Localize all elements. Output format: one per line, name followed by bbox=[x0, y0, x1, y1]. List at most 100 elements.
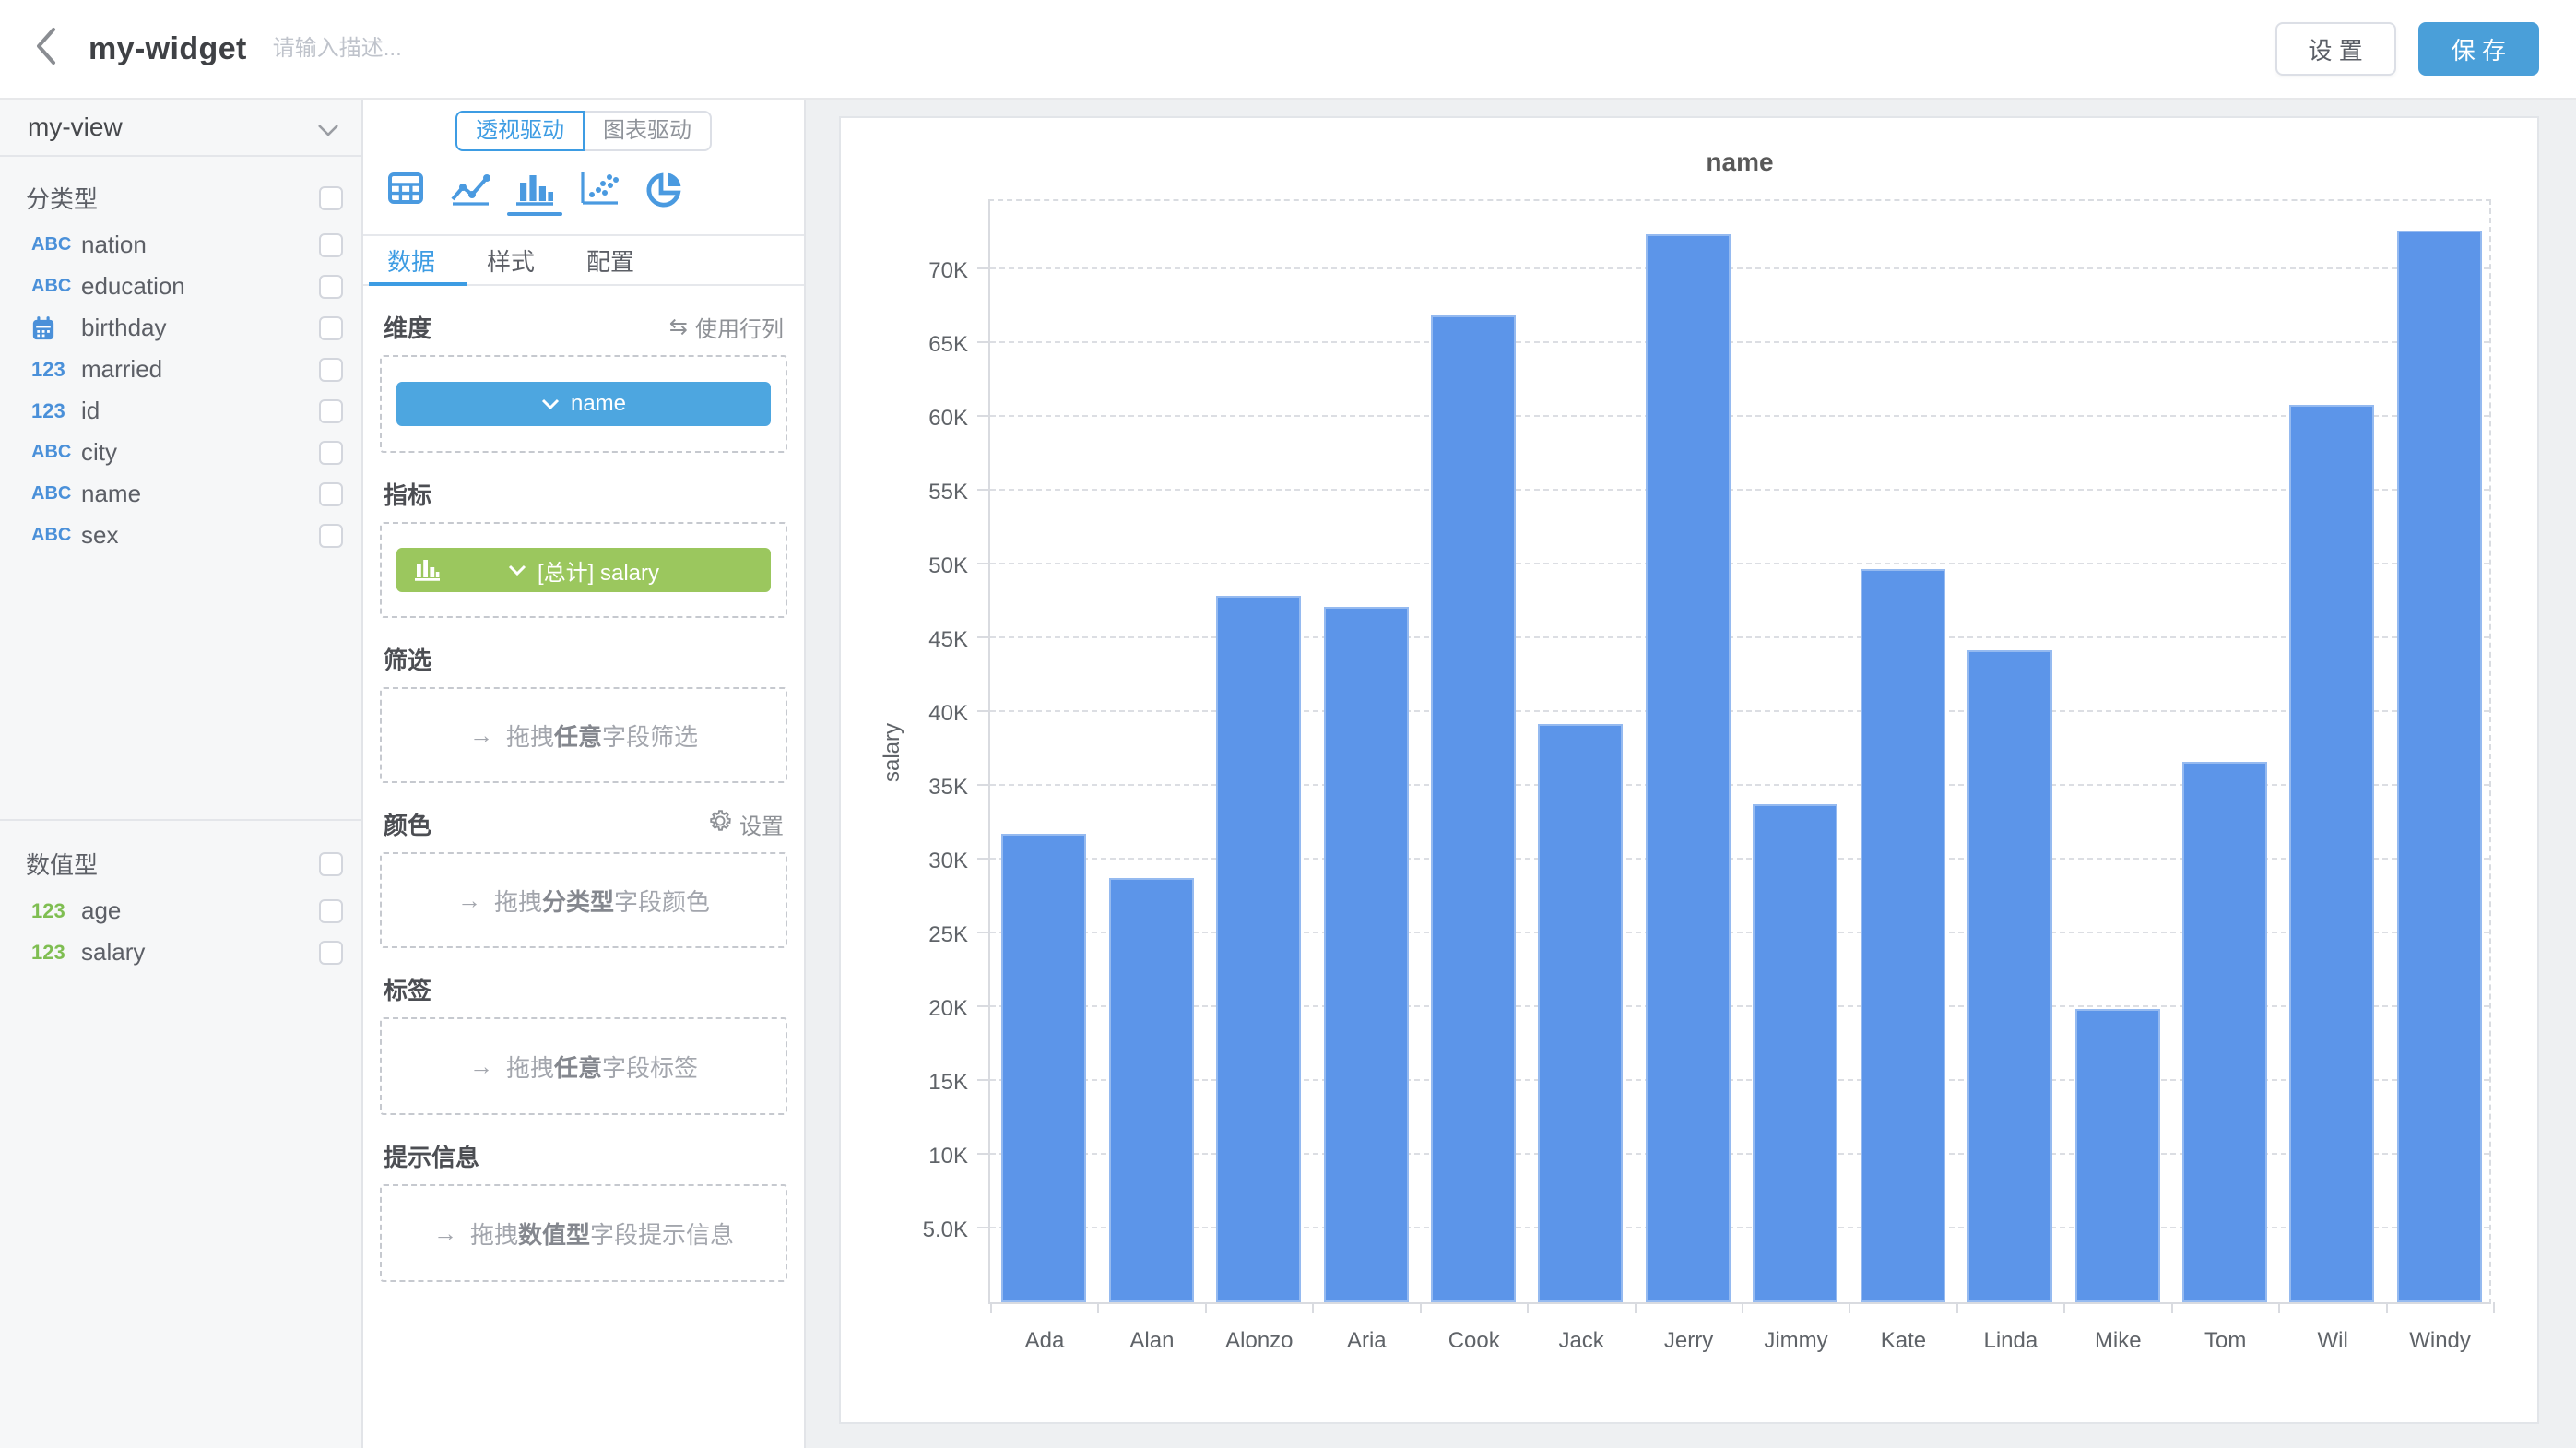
metric-chip[interactable]: [总计] salary bbox=[396, 548, 771, 592]
field-section-title: 数值型 bbox=[26, 847, 98, 881]
tab-config[interactable]: 配置 bbox=[573, 243, 647, 278]
number-type-icon: 123 bbox=[31, 899, 81, 923]
field-item-married[interactable]: 123married bbox=[0, 349, 361, 390]
bar-chart-icon bbox=[413, 557, 441, 589]
y-tick-label: 35K bbox=[872, 775, 968, 801]
x-tick-label: Mike bbox=[2063, 1328, 2172, 1354]
y-tick-label: 10K bbox=[872, 1144, 968, 1169]
chart-bar[interactable] bbox=[2289, 405, 2374, 1302]
y-tick-mark bbox=[977, 1227, 990, 1228]
chart-bar[interactable] bbox=[2075, 1009, 2160, 1302]
use-rows-cols-link[interactable]: ⇆ 使用行列 bbox=[669, 311, 784, 343]
field-checkbox[interactable] bbox=[319, 482, 343, 506]
y-tick-mark bbox=[977, 636, 990, 638]
field-checkbox[interactable] bbox=[319, 233, 343, 257]
chart-title: name bbox=[988, 148, 2491, 177]
tooltip-drop-zone[interactable]: →拖拽数值型字段提示信息 bbox=[380, 1184, 787, 1282]
field-item-age[interactable]: 123age bbox=[0, 890, 361, 932]
pie-chart-icon[interactable] bbox=[642, 170, 686, 210]
metric-drop-zone[interactable]: [总计] salary bbox=[380, 522, 787, 618]
field-name: nation bbox=[81, 231, 319, 259]
x-tick-label: Windy bbox=[2386, 1328, 2495, 1354]
chart-bar[interactable] bbox=[1646, 234, 1731, 1302]
chart-bar[interactable] bbox=[1216, 596, 1301, 1302]
field-checkbox[interactable] bbox=[319, 941, 343, 965]
gridline bbox=[990, 636, 2489, 638]
field-checkbox[interactable] bbox=[319, 316, 343, 340]
color-settings-link[interactable]: 设置 bbox=[708, 808, 784, 840]
chart-bar[interactable] bbox=[1109, 878, 1194, 1302]
mode-tab-pivot[interactable]: 透视驱动 bbox=[455, 111, 585, 151]
description-input[interactable] bbox=[273, 36, 679, 62]
chart-bar[interactable] bbox=[1861, 569, 1945, 1302]
y-tick-label: 5.0K bbox=[872, 1217, 968, 1243]
field-checkbox[interactable] bbox=[319, 524, 343, 548]
dimension-chip[interactable]: name bbox=[396, 382, 771, 426]
color-drop-zone[interactable]: →拖拽分类型字段颜色 bbox=[380, 852, 787, 948]
dimension-drop-zone[interactable]: name bbox=[380, 355, 787, 453]
field-checkbox[interactable] bbox=[319, 358, 343, 382]
section-checkbox[interactable] bbox=[319, 186, 343, 210]
field-checkbox[interactable] bbox=[319, 441, 343, 465]
filter-drop-zone[interactable]: →拖拽任意字段筛选 bbox=[380, 687, 787, 783]
field-item-name[interactable]: ABCname bbox=[0, 473, 361, 515]
scatter-chart-icon[interactable] bbox=[577, 170, 621, 210]
color-section-title: 颜色 bbox=[384, 807, 431, 841]
field-item-sex[interactable]: ABCsex bbox=[0, 515, 361, 556]
field-item-id[interactable]: 123id bbox=[0, 390, 361, 432]
field-item-education[interactable]: ABCeducation bbox=[0, 266, 361, 307]
field-checkbox[interactable] bbox=[319, 399, 343, 423]
table-chart-icon[interactable] bbox=[384, 170, 428, 210]
chart-bar[interactable] bbox=[1753, 804, 1837, 1302]
chart-bar[interactable] bbox=[1967, 650, 2052, 1302]
field-item-birthday[interactable]: birthday bbox=[0, 307, 361, 349]
y-tick-label: 40K bbox=[872, 701, 968, 727]
mode-tab-chart[interactable]: 图表驱动 bbox=[583, 111, 712, 151]
header-actions: 设 置 保 存 bbox=[2275, 22, 2539, 76]
chart-bar[interactable] bbox=[2397, 231, 2482, 1302]
text-type-icon: ABC bbox=[31, 234, 81, 255]
bar-chart-icon[interactable] bbox=[513, 170, 557, 210]
chart-bar[interactable] bbox=[1324, 607, 1409, 1302]
field-item-nation[interactable]: ABCnation bbox=[0, 224, 361, 266]
field-section-title: 分类型 bbox=[26, 181, 98, 215]
y-tick-mark bbox=[977, 489, 990, 491]
x-tick-mark bbox=[1420, 1302, 1422, 1313]
arrow-right-icon: → bbox=[469, 721, 493, 750]
y-tick-mark bbox=[977, 710, 990, 712]
y-tick-label: 15K bbox=[872, 1070, 968, 1096]
chart-type-bar-row bbox=[384, 170, 804, 218]
tab-style[interactable]: 样式 bbox=[474, 243, 548, 278]
chart-bar[interactable] bbox=[2182, 762, 2267, 1302]
field-name: name bbox=[81, 480, 319, 508]
arrow-right-icon: → bbox=[469, 1052, 493, 1081]
x-tick-mark bbox=[1956, 1302, 1958, 1313]
settings-button[interactable]: 设 置 bbox=[2275, 22, 2396, 76]
field-item-city[interactable]: ABCcity bbox=[0, 432, 361, 473]
back-button[interactable] bbox=[15, 18, 77, 80]
field-checkbox[interactable] bbox=[319, 899, 343, 923]
field-name: birthday bbox=[81, 314, 319, 342]
label-drop-zone[interactable]: →拖拽任意字段标签 bbox=[380, 1017, 787, 1115]
text-type-icon: ABC bbox=[31, 525, 81, 546]
y-tick-mark bbox=[977, 1079, 990, 1081]
y-tick-label: 60K bbox=[872, 406, 968, 432]
x-tick-mark bbox=[2386, 1302, 2388, 1313]
section-checkbox[interactable] bbox=[319, 852, 343, 876]
y-tick-mark bbox=[977, 1005, 990, 1007]
save-button[interactable]: 保 存 bbox=[2418, 22, 2539, 76]
y-tick-mark bbox=[977, 415, 990, 417]
x-tick-label: Wil bbox=[2278, 1328, 2387, 1354]
y-tick-mark bbox=[977, 784, 990, 786]
chart-card: name salary 5.0K10K15K20K25K30K35K40K45K… bbox=[839, 116, 2539, 1424]
chart-bar[interactable] bbox=[1538, 724, 1623, 1302]
view-selector[interactable]: my-view bbox=[0, 100, 361, 157]
tab-data[interactable]: 数据 bbox=[374, 243, 448, 278]
chart-bar[interactable] bbox=[1431, 315, 1516, 1302]
field-item-salary[interactable]: 123salary bbox=[0, 932, 361, 973]
x-tick-label: Jerry bbox=[1635, 1328, 1743, 1354]
field-checkbox[interactable] bbox=[319, 275, 343, 299]
gridline bbox=[990, 415, 2489, 417]
chart-bar[interactable] bbox=[1001, 834, 1086, 1302]
line-chart-icon[interactable] bbox=[448, 170, 492, 210]
